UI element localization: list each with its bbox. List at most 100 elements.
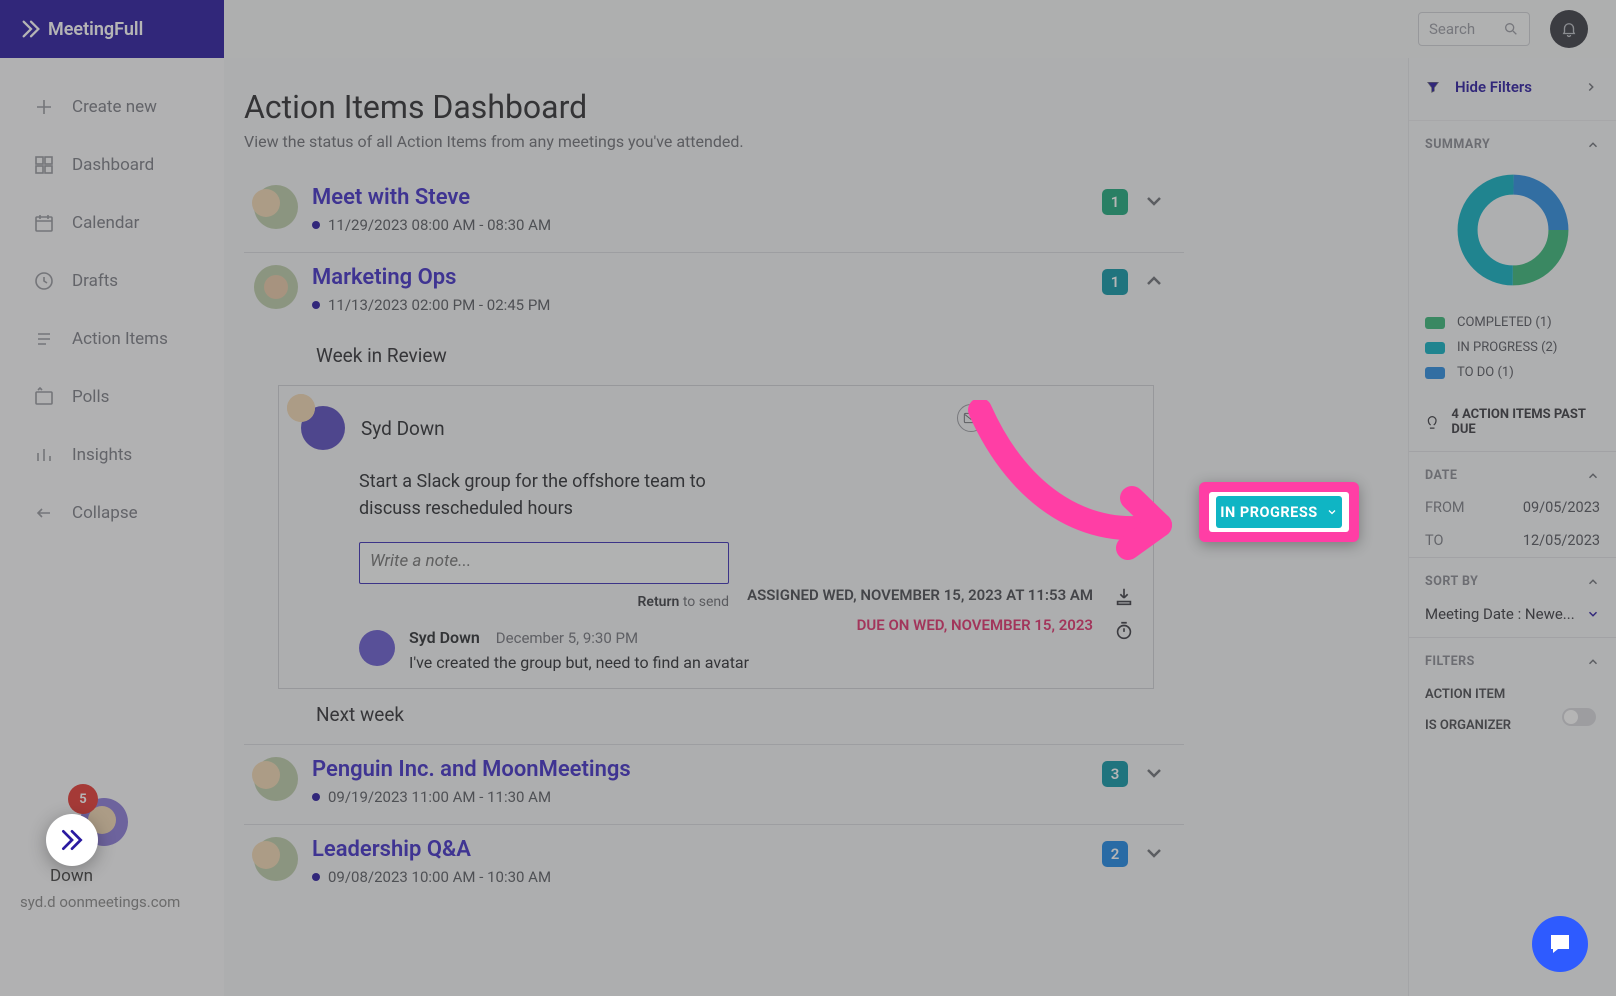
plus-icon — [32, 95, 56, 119]
nav-dashboard[interactable]: Dashboard — [0, 136, 224, 194]
meeting-title[interactable]: Penguin Inc. and MoonMeetings — [312, 757, 631, 782]
page-title: Action Items Dashboard — [244, 88, 1184, 126]
nav-insights[interactable]: Insights — [0, 426, 224, 484]
action-description: Start a Slack group for the offshore tea… — [359, 468, 759, 522]
section-heading: Next week — [316, 703, 1184, 726]
chevron-down-icon[interactable] — [1142, 841, 1166, 865]
avatar — [254, 265, 298, 309]
dot-icon — [312, 301, 320, 309]
search-input[interactable]: Search — [1418, 12, 1530, 46]
dot-icon — [312, 793, 320, 801]
status-label: IN PROGRESS — [1220, 504, 1317, 521]
date-from-value: 09/05/2023 — [1523, 499, 1600, 516]
sort-header[interactable]: SORT BY — [1409, 558, 1616, 597]
chevron-up-icon — [1586, 469, 1600, 483]
sidebar-nav: Create new Dashboard Calendar Drafts Act… — [0, 58, 224, 542]
nav-create-new[interactable]: Create new — [0, 78, 224, 136]
chevron-up-icon — [1586, 655, 1600, 669]
topbar: Search — [224, 0, 1616, 58]
floating-brand-badge[interactable] — [46, 814, 98, 866]
hide-filters-label: Hide Filters — [1455, 78, 1532, 96]
past-due-row[interactable]: 4 ACTION ITEMS PAST DUE — [1409, 397, 1616, 451]
meeting-row[interactable]: Leadership Q&A 09/08/2023 10:00 AM - 10:… — [244, 833, 1184, 904]
nav-label: Dashboard — [72, 155, 154, 175]
comment-row: Syd Down December 5, 9:30 PM I've create… — [359, 628, 1131, 672]
notifications-button[interactable] — [1550, 10, 1588, 48]
meeting-time: 09/19/2023 11:00 AM - 11:30 AM — [312, 788, 631, 806]
meeting-row[interactable]: Meet with Steve 11/29/2023 08:00 AM - 08… — [244, 181, 1184, 253]
chevron-down-icon[interactable] — [1142, 189, 1166, 213]
legend-row: TO DO (1) — [1425, 360, 1600, 385]
assigned-line: ASSIGNED WED, NOVEMBER 15, 2023 AT 11:53… — [747, 586, 1093, 604]
assignee-name: Syd Down — [361, 417, 445, 440]
section-heading: Week in Review — [316, 344, 1184, 367]
page-subtitle: View the status of all Action Items from… — [244, 132, 1184, 151]
brand-bar[interactable]: MeetingFull — [0, 0, 224, 58]
summary-donut-chart — [1409, 160, 1616, 310]
list-icon — [32, 327, 56, 351]
nav-label: Calendar — [72, 213, 139, 233]
meeting-row[interactable]: Penguin Inc. and MoonMeetings 09/19/2023… — [244, 753, 1184, 825]
nav-label: Collapse — [72, 503, 138, 523]
notification-badge[interactable]: 5 — [68, 784, 98, 814]
nav-label: Polls — [72, 387, 109, 407]
meta-icons — [1113, 586, 1135, 654]
clock-icon — [32, 269, 56, 293]
comment-date: December 5, 9:30 PM — [496, 629, 638, 647]
annotation-arrow — [960, 400, 1200, 584]
date-to-value: 12/05/2023 — [1523, 532, 1600, 549]
profile-partial-name: Down — [50, 866, 93, 886]
filters-header[interactable]: FILTERS — [1409, 638, 1616, 677]
chevron-up-icon — [1586, 138, 1600, 152]
count-badge[interactable]: 2 — [1102, 841, 1128, 867]
download-icon[interactable] — [1113, 586, 1135, 608]
summary-header[interactable]: SUMMARY — [1409, 121, 1616, 160]
dot-icon — [312, 221, 320, 229]
due-line: DUE ON WED, NOVEMBER 15, 2023 — [747, 616, 1093, 634]
nav-label: Create new — [72, 97, 157, 117]
meeting-title[interactable]: Meet with Steve — [312, 185, 551, 210]
lightbulb-icon — [1423, 412, 1441, 432]
summary-legend: COMPLETED (1) IN PROGRESS (2) TO DO (1) — [1409, 310, 1616, 397]
assignment-meta: ASSIGNED WED, NOVEMBER 15, 2023 AT 11:53… — [747, 586, 1093, 634]
meeting-time: 11/29/2023 08:00 AM - 08:30 AM — [312, 216, 551, 234]
note-input[interactable] — [359, 542, 729, 584]
brand-name: MeetingFull — [48, 19, 143, 40]
nav-calendar[interactable]: Calendar — [0, 194, 224, 252]
comment-author: Syd Down — [409, 628, 480, 647]
filters-panel: Hide Filters SUMMARY COMPLETED (1) IN PR… — [1408, 58, 1616, 996]
chevron-down-icon — [1586, 607, 1600, 621]
filter-is-organizer-row: IS ORGANIZER — [1409, 708, 1616, 739]
arrow-left-icon — [32, 501, 56, 525]
nav-collapse[interactable]: Collapse — [0, 484, 224, 542]
nav-polls[interactable]: Polls — [0, 368, 224, 426]
count-badge[interactable]: 3 — [1102, 761, 1128, 787]
chevron-up-icon[interactable] — [1142, 269, 1166, 293]
chevron-down-icon[interactable] — [1142, 761, 1166, 785]
meeting-title[interactable]: Marketing Ops — [312, 265, 550, 290]
meeting-row[interactable]: Marketing Ops 11/13/2023 02:00 PM - 02:4… — [244, 261, 1184, 332]
avatar — [254, 185, 298, 229]
calendar-icon — [32, 211, 56, 235]
return-hint: Return to send — [359, 594, 729, 610]
profile-partial-email: syd.d oonmeetings.com — [20, 893, 180, 911]
status-dropdown[interactable]: IN PROGRESS — [1216, 496, 1342, 528]
is-organizer-toggle[interactable] — [1562, 708, 1596, 726]
date-to-row[interactable]: TO12/05/2023 — [1409, 524, 1616, 557]
nav-label: Insights — [72, 445, 132, 465]
nav-action-items[interactable]: Action Items — [0, 310, 224, 368]
brand-logo-icon — [20, 18, 42, 40]
sort-select[interactable]: Meeting Date : Newe... — [1409, 597, 1616, 637]
timer-icon[interactable] — [1113, 620, 1135, 642]
meeting-title[interactable]: Leadership Q&A — [312, 837, 551, 862]
date-header[interactable]: DATE — [1409, 452, 1616, 491]
date-from-row[interactable]: FROM09/05/2023 — [1409, 491, 1616, 524]
count-badge[interactable]: 1 — [1102, 269, 1128, 295]
legend-row: IN PROGRESS (2) — [1425, 335, 1600, 360]
bars-icon — [32, 443, 56, 467]
hide-filters-button[interactable]: Hide Filters — [1409, 58, 1616, 121]
count-badge[interactable]: 1 — [1102, 189, 1128, 215]
intercom-launcher[interactable] — [1532, 916, 1588, 972]
avatar — [359, 630, 395, 666]
nav-drafts[interactable]: Drafts — [0, 252, 224, 310]
